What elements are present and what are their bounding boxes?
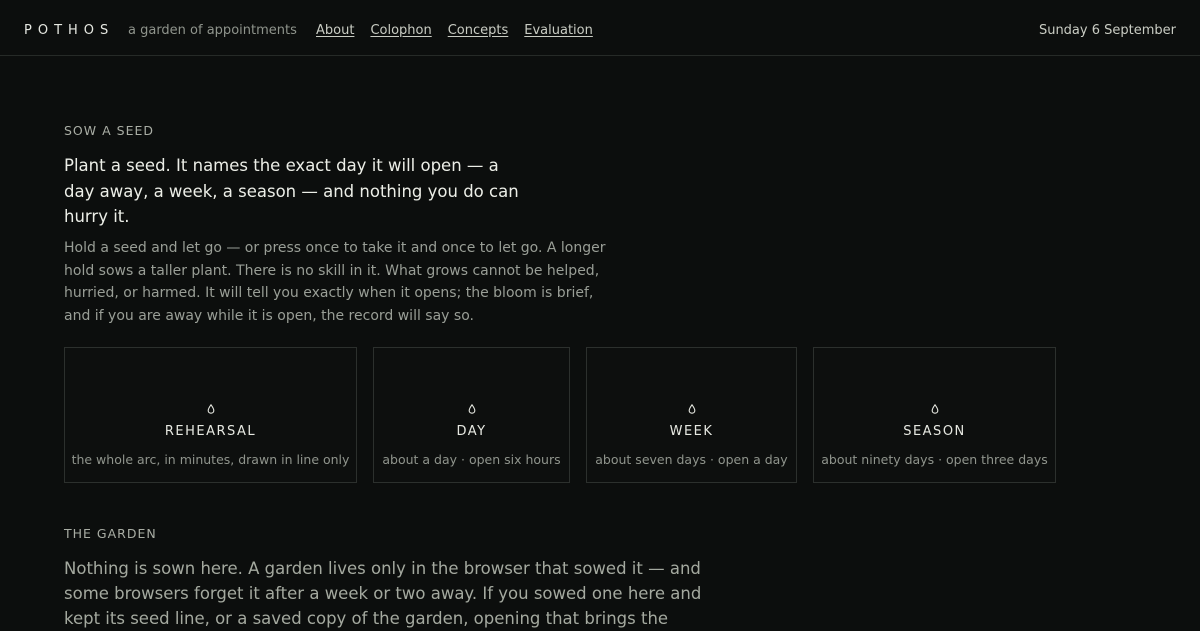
seed-card-title: DAY [456,424,487,439]
seed-card-description: about a day · open six hours [382,452,561,467]
seed-card-description: about ninety days · open three days [821,452,1048,467]
tagline: a garden of appointments [128,23,297,38]
brand-logo[interactable]: POTHOS [24,22,114,40]
section-label-sow: SOW A SEED [64,123,154,138]
nav-link-evaluation[interactable]: Evaluation [524,22,593,40]
nav-link-concepts[interactable]: Concepts [448,22,509,40]
main-nav: About Colophon Concepts Evaluation [316,22,593,40]
sow-lead: Plant a seed. It names the exact day it … [64,156,519,226]
seed-card-rehearsal[interactable]: REHEARSAL the whole arc, in minutes, dra… [64,347,357,483]
seed-card-day[interactable]: DAY about a day · open six hours [373,347,570,483]
seed-icon [65,404,356,416]
seed-card-description: about seven days · open a day [595,452,788,467]
seed-icon [814,404,1055,416]
garden-description: Nothing is sown here. A garden lives onl… [64,559,702,628]
section-label-garden: THE GARDEN [64,526,157,541]
seed-icon [587,404,796,416]
seed-card-description: the whole arc, in minutes, drawn in line… [71,452,350,467]
seed-card-title: SEASON [903,424,966,439]
top-bar: POTHOS a garden of appointments About Co… [0,0,1200,56]
seed-icon [374,404,569,416]
nav-link-colophon[interactable]: Colophon [370,22,431,40]
sow-description: Hold a seed and let go — or press once t… [64,240,606,325]
seed-card-title: WEEK [669,424,714,439]
nav-link-about[interactable]: About [316,22,354,40]
seed-card-season[interactable]: SEASON about ninety days · open three da… [813,347,1056,483]
seed-card-week[interactable]: WEEK about seven days · open a day [586,347,797,483]
current-date: Sunday 6 September [1038,23,1176,38]
seed-card-title: REHEARSAL [164,424,257,439]
